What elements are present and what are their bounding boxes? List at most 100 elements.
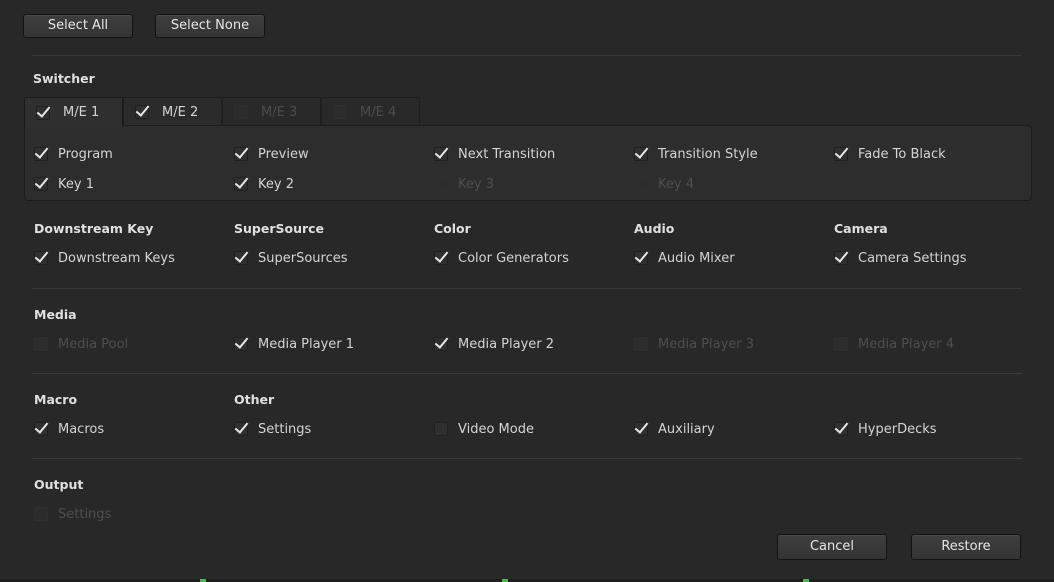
macro-section-title: Macro bbox=[34, 392, 78, 407]
checkbox-label: Media Player 1 bbox=[258, 336, 355, 352]
checkbox-label: Media Player 3 bbox=[658, 336, 755, 352]
tab-me-1[interactable]: M/E 1 bbox=[24, 97, 123, 127]
checkbox-icon[interactable] bbox=[634, 251, 648, 265]
downstream-key-title: Downstream Key bbox=[34, 221, 154, 236]
checkbox-icon[interactable] bbox=[234, 177, 248, 191]
divider bbox=[32, 288, 1022, 289]
checkbox-icon[interactable] bbox=[234, 147, 248, 161]
audio-title: Audio bbox=[634, 221, 675, 236]
checkbox-icon[interactable] bbox=[34, 177, 48, 191]
restore-button[interactable]: Restore bbox=[911, 534, 1021, 560]
checkbox-icon[interactable] bbox=[234, 251, 248, 265]
checkbox-label: Preview bbox=[258, 146, 309, 162]
checkbox-transition-style[interactable]: Transition Style bbox=[634, 144, 758, 164]
checkbox-label: Color Generators bbox=[458, 250, 569, 266]
checkbox-media-pool[interactable]: Media Pool bbox=[34, 334, 128, 354]
checkbox-program[interactable]: Program bbox=[34, 144, 113, 164]
checkbox-icon[interactable] bbox=[834, 251, 848, 265]
checkbox-label: Auxiliary bbox=[658, 421, 715, 437]
checkbox-icon[interactable] bbox=[434, 251, 448, 265]
checkbox-video-mode[interactable]: Video Mode bbox=[434, 419, 534, 439]
checkbox-icon[interactable] bbox=[333, 105, 347, 119]
checkbox-label: Video Mode bbox=[458, 421, 534, 437]
checkbox-key-4[interactable]: Key 4 bbox=[634, 174, 694, 194]
checkbox-label: Downstream Keys bbox=[58, 250, 175, 266]
tab-me-3[interactable]: M/E 3 bbox=[222, 97, 321, 126]
checkbox-icon[interactable] bbox=[36, 105, 50, 120]
checkbox-icon[interactable] bbox=[434, 147, 448, 161]
checkbox-media-player-2[interactable]: Media Player 2 bbox=[434, 334, 554, 354]
checkbox-supersources[interactable]: SuperSources bbox=[234, 248, 348, 268]
checkbox-icon[interactable] bbox=[234, 337, 248, 351]
checkbox-icon[interactable] bbox=[34, 337, 48, 351]
tab-label: M/E 1 bbox=[63, 105, 100, 120]
checkbox-icon[interactable] bbox=[634, 337, 648, 351]
checkbox-media-player-1[interactable]: Media Player 1 bbox=[234, 334, 354, 354]
divider bbox=[32, 55, 1022, 56]
cancel-button[interactable]: Cancel bbox=[777, 534, 887, 560]
checkbox-label: Transition Style bbox=[658, 146, 758, 162]
checkbox-fade-to-black[interactable]: Fade To Black bbox=[834, 144, 946, 164]
other-section-title: Other bbox=[234, 392, 275, 407]
checkbox-color-generators[interactable]: Color Generators bbox=[434, 248, 569, 268]
output-section-title: Output bbox=[34, 477, 84, 492]
checkbox-label: HyperDecks bbox=[858, 421, 937, 437]
checkbox-icon[interactable] bbox=[34, 422, 48, 436]
tab-label: M/E 3 bbox=[261, 104, 298, 120]
supersource-title: SuperSource bbox=[234, 221, 325, 236]
checkbox-icon[interactable] bbox=[434, 337, 448, 351]
color-title: Color bbox=[434, 221, 471, 236]
checkbox-hyperdecks[interactable]: HyperDecks bbox=[834, 419, 937, 439]
tab-me-4[interactable]: M/E 4 bbox=[321, 97, 420, 126]
checkbox-label: Audio Mixer bbox=[658, 250, 735, 266]
checkbox-label: Media Player 4 bbox=[858, 336, 955, 352]
divider bbox=[32, 373, 1022, 374]
checkbox-audio-mixer[interactable]: Audio Mixer bbox=[634, 248, 735, 268]
checkbox-auxiliary[interactable]: Auxiliary bbox=[634, 419, 715, 439]
checkbox-macros[interactable]: Macros bbox=[34, 419, 104, 439]
checkbox-label: Next Transition bbox=[458, 146, 556, 162]
checkbox-label: Settings bbox=[258, 421, 312, 437]
tab-label: M/E 2 bbox=[162, 104, 199, 120]
checkbox-label: SuperSources bbox=[258, 250, 348, 266]
checkbox-icon[interactable] bbox=[234, 422, 248, 436]
checkbox-label: Program bbox=[58, 146, 113, 162]
checkbox-label: Key 2 bbox=[258, 176, 294, 192]
checkbox-icon[interactable] bbox=[34, 147, 48, 161]
checkbox-label: Fade To Black bbox=[858, 146, 946, 162]
checkbox-icon[interactable] bbox=[135, 105, 149, 119]
checkbox-icon[interactable] bbox=[834, 337, 848, 351]
checkbox-icon[interactable] bbox=[834, 422, 848, 436]
checkbox-label: Media Pool bbox=[58, 336, 129, 352]
select-none-button[interactable]: Select None bbox=[155, 14, 265, 38]
checkbox-icon[interactable] bbox=[634, 177, 648, 191]
checkbox-icon[interactable] bbox=[234, 105, 248, 119]
checkbox-output-settings[interactable]: Settings bbox=[34, 504, 111, 524]
checkbox-downstream-keys[interactable]: Downstream Keys bbox=[34, 248, 175, 268]
checkbox-camera-settings[interactable]: Camera Settings bbox=[834, 248, 966, 268]
switcher-section-title: Switcher bbox=[33, 71, 95, 86]
checkbox-icon[interactable] bbox=[34, 251, 48, 265]
checkbox-key-1[interactable]: Key 1 bbox=[34, 174, 94, 194]
checkbox-icon[interactable] bbox=[34, 507, 48, 521]
checkbox-label: Camera Settings bbox=[858, 250, 967, 266]
checkbox-media-player-3[interactable]: Media Player 3 bbox=[634, 334, 754, 354]
checkbox-icon[interactable] bbox=[634, 422, 648, 436]
checkbox-preview[interactable]: Preview bbox=[234, 144, 309, 164]
select-all-button[interactable]: Select All bbox=[23, 14, 133, 38]
checkbox-icon[interactable] bbox=[434, 422, 448, 436]
checkbox-label: Media Player 2 bbox=[458, 336, 555, 352]
divider bbox=[32, 458, 1022, 459]
checkbox-icon[interactable] bbox=[434, 177, 448, 191]
checkbox-next-transition[interactable]: Next Transition bbox=[434, 144, 555, 164]
checkbox-icon[interactable] bbox=[834, 147, 848, 161]
checkbox-media-player-4[interactable]: Media Player 4 bbox=[834, 334, 954, 354]
tab-label: M/E 4 bbox=[360, 104, 397, 120]
tab-me-2[interactable]: M/E 2 bbox=[123, 97, 222, 126]
checkbox-label: Key 1 bbox=[58, 176, 94, 192]
checkbox-key-2[interactable]: Key 2 bbox=[234, 174, 294, 194]
checkbox-icon[interactable] bbox=[634, 147, 648, 161]
checkbox-label: Macros bbox=[58, 421, 105, 437]
checkbox-key-3[interactable]: Key 3 bbox=[434, 174, 494, 194]
checkbox-settings[interactable]: Settings bbox=[234, 419, 311, 439]
